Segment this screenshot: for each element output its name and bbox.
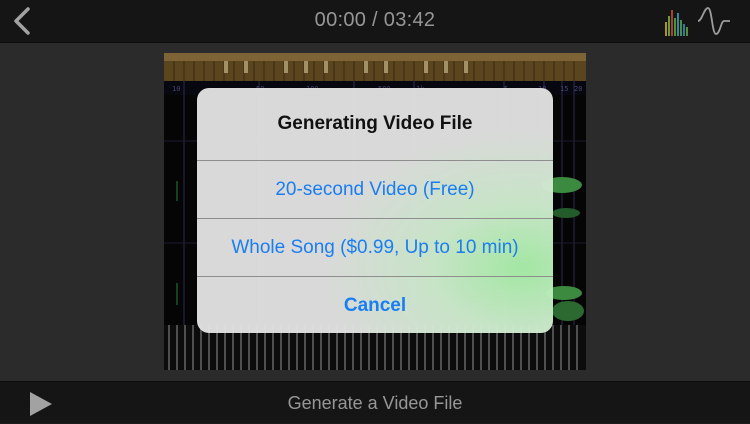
dialog-title: Generating Video File [277, 113, 473, 134]
free-video-option-button[interactable]: 20-second Video (Free) [197, 160, 553, 218]
cancel-button[interactable]: Cancel [197, 276, 553, 333]
generate-video-dialog: Generating Video File 20-second Video (F… [197, 88, 553, 333]
whole-song-option-button[interactable]: Whole Song ($0.99, Up to 10 min) [197, 218, 553, 276]
